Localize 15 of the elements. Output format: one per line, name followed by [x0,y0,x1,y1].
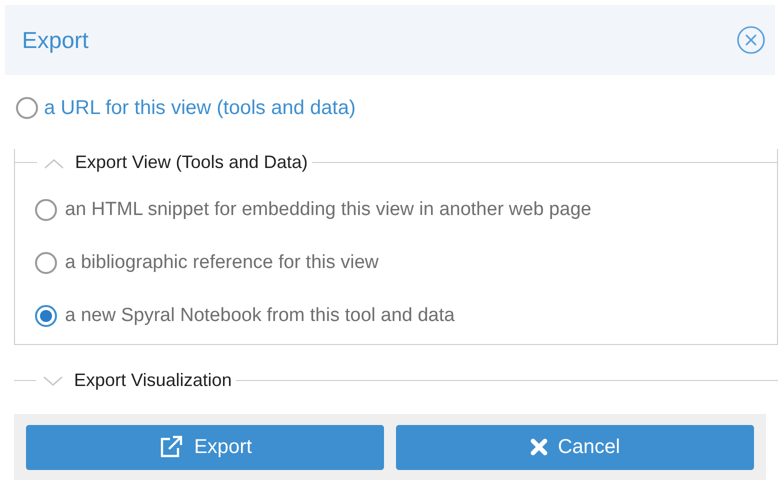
radio-button[interactable] [16,97,38,119]
export-button[interactable]: Export [26,424,384,470]
close-icon [530,438,548,456]
external-link-icon [158,435,184,459]
option-label[interactable]: a URL for this view (tools and data) [44,93,356,123]
dialog-title: Export [22,26,88,55]
radio-button[interactable] [35,305,57,327]
cancel-button[interactable]: Cancel [396,424,754,470]
option-label[interactable]: a bibliographic reference for this view [65,248,379,278]
radio-button[interactable] [35,199,57,221]
radio-button[interactable] [35,252,57,274]
expand-chevron-icon[interactable] [42,374,64,388]
close-button[interactable] [735,24,767,56]
option-label[interactable]: an HTML snippet for embedding this view in another web page [65,196,592,224]
option-label[interactable]: a new Spyral Notebook from this tool and data [65,302,455,330]
